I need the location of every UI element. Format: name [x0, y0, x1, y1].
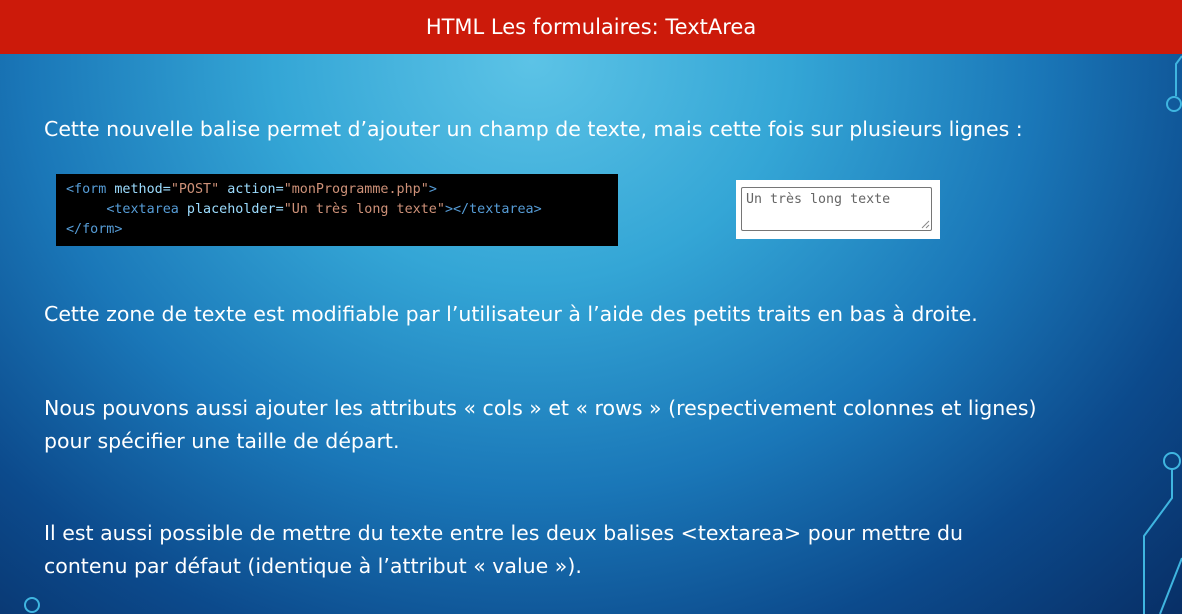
slide-title: HTML Les formulaires: TextArea	[425, 15, 757, 39]
circuit-decoration-bottom-right	[1143, 452, 1182, 614]
textarea-demo-panel: Un très long texte	[736, 180, 940, 239]
circuit-decoration-top-right	[1166, 55, 1182, 112]
cols-rows-line-1: Nous pouvons aussi ajouter les attributs…	[44, 396, 1037, 420]
code-token: "monProgramme.php"	[283, 182, 429, 197]
code-token: >	[428, 182, 437, 197]
default-content-paragraph: Il est aussi possible de mettre du texte…	[44, 517, 963, 583]
demo-textarea-placeholder: Un très long texte	[746, 192, 891, 207]
cols-rows-paragraph: Nous pouvons aussi ajouter les attributs…	[44, 392, 1037, 458]
code-token: <textarea	[106, 202, 179, 217]
circuit-decoration-bottom-left	[24, 597, 40, 613]
code-line-2: <textarea placeholder="Un très long text…	[66, 200, 608, 220]
code-token: placeholder=	[178, 202, 284, 217]
code-token: "Un très long texte"	[283, 202, 445, 217]
code-token: "POST"	[170, 182, 220, 197]
code-token: action=	[219, 182, 284, 197]
default-content-line-1: Il est aussi possible de mettre du texte…	[44, 521, 963, 545]
resize-grip-icon[interactable]	[921, 220, 930, 229]
cols-rows-line-2: pour spécifier une taille de départ.	[44, 429, 400, 453]
code-token: </form>	[66, 222, 123, 237]
demo-textarea[interactable]: Un très long texte	[741, 187, 932, 231]
intro-paragraph: Cette nouvelle balise permet d’ajouter u…	[44, 117, 1023, 141]
code-token: <form	[66, 182, 107, 197]
default-content-line-2: contenu par défaut (identique à l’attrib…	[44, 554, 582, 578]
code-token: method=	[106, 182, 171, 197]
slide-title-bar: HTML Les formulaires: TextArea	[0, 0, 1182, 54]
code-line-1: <form method="POST" action="monProgramme…	[66, 180, 608, 200]
code-line-3: </form>	[66, 220, 608, 240]
code-token: ></textarea>	[444, 202, 542, 217]
code-snippet: <form method="POST" action="monProgramme…	[56, 174, 618, 246]
resize-paragraph: Cette zone de texte est modifiable par l…	[44, 302, 978, 326]
